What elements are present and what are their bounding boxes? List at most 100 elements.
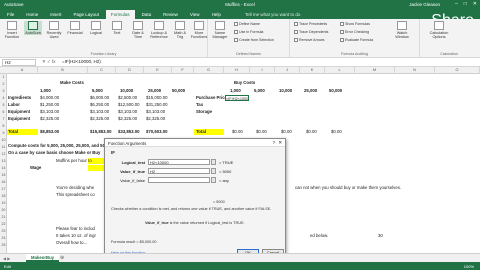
row-header[interactable]: 24 xyxy=(0,236,7,240)
logical-button[interactable]: Logical xyxy=(87,21,105,35)
tab-formulas[interactable]: Formulas xyxy=(105,10,135,19)
maximize-button[interactable]: □ xyxy=(464,1,467,7)
collapse-dialog-icon[interactable] xyxy=(211,159,216,165)
row-header[interactable]: 17 xyxy=(0,187,7,191)
row-header[interactable]: 7 xyxy=(0,117,7,121)
description-text[interactable]: ed below. xyxy=(310,233,328,239)
instruction-text[interactable]: On a case by case basis choose Make or B… xyxy=(8,150,100,156)
buy-total-value[interactable]: $0.00 xyxy=(232,129,243,135)
minimize-button[interactable]: – xyxy=(455,1,458,7)
buy-total-label[interactable]: Total xyxy=(196,129,206,135)
tab-file[interactable]: File xyxy=(2,10,19,19)
labor-value[interactable]: $12,500.00 xyxy=(118,102,140,108)
row-header[interactable]: 16 xyxy=(0,180,7,184)
use-in-formula-button[interactable]: Use in Formula xyxy=(234,30,263,35)
buy-qty-1[interactable]: 1,000 xyxy=(230,88,241,94)
tab-home[interactable]: Home xyxy=(21,10,43,19)
equipment-label[interactable]: Equipment xyxy=(8,109,30,115)
row-header[interactable]: 3 xyxy=(0,89,7,93)
row-header[interactable]: 1 xyxy=(0,75,7,79)
zoom-level[interactable]: 100% xyxy=(464,264,474,269)
equipment-value[interactable]: $3,103.00 xyxy=(146,109,165,115)
create-from-selection-button[interactable]: Create from Selection xyxy=(234,38,274,43)
column-header-k[interactable]: K xyxy=(300,67,325,74)
ingredients-value[interactable]: $2,500.00 xyxy=(118,95,137,101)
column-header-h[interactable]: H xyxy=(224,67,250,74)
calculation-options-button[interactable]: Calculation Options xyxy=(426,21,452,39)
math-button[interactable]: Math & Trig xyxy=(171,21,189,39)
row-header[interactable]: 2 xyxy=(0,82,7,86)
make-qty-2[interactable]: 5,000 xyxy=(92,88,103,94)
row-header[interactable]: 8 xyxy=(0,124,7,128)
column-header-f[interactable]: F xyxy=(172,67,194,74)
tab-page-layout[interactable]: Page Layout xyxy=(69,10,104,19)
error-checking-button[interactable]: Error Checking xyxy=(340,30,369,35)
buy-qty-4[interactable]: 25,000 xyxy=(304,88,317,94)
ingredients-value[interactable]: $6,000.00 xyxy=(90,95,109,101)
column-header-o[interactable]: O xyxy=(435,67,480,74)
labor-value[interactable]: $1,250.00 xyxy=(40,102,59,108)
row-header[interactable]: 21 xyxy=(0,215,7,219)
storage-label[interactable]: Storage xyxy=(196,109,212,115)
ingredients-value[interactable]: $15,000.00 xyxy=(146,95,168,101)
equipment-label[interactable]: Equipment xyxy=(8,116,30,122)
make-qty-4[interactable]: 25,000 xyxy=(148,88,161,94)
remove-arrows-button[interactable]: Remove Arrows xyxy=(294,38,324,43)
row-header[interactable]: 9 xyxy=(0,131,7,135)
tax-label[interactable]: Tax xyxy=(196,102,203,108)
total-label[interactable]: Total xyxy=(8,129,18,135)
buy-qty-5[interactable]: 50,000 xyxy=(329,88,342,94)
value-if-false-input[interactable] xyxy=(148,177,210,183)
buy-total-value[interactable]: $0.00 xyxy=(256,129,267,135)
autosum-button[interactable]: AutoSum xyxy=(24,21,42,35)
column-header-n[interactable]: N xyxy=(395,67,435,74)
insert-function-button[interactable]: Insert Function xyxy=(3,21,21,39)
dialog-title-bar[interactable]: Function Arguments ? ✕ xyxy=(105,139,285,147)
name-manager-button[interactable]: Name Manager xyxy=(211,21,229,39)
equipment-value[interactable]: $2,325.00 xyxy=(118,116,137,122)
row-header[interactable]: 11 xyxy=(0,145,7,149)
tab-data[interactable]: Data xyxy=(137,10,157,19)
help-icon[interactable]: ? xyxy=(273,140,275,145)
row-header[interactable]: 4 xyxy=(0,96,7,100)
muffins-per-hour-label[interactable]: Muffins per hour to xyxy=(56,158,92,164)
buy-total-value[interactable]: $0.00 xyxy=(281,129,292,135)
column-header-e[interactable]: E xyxy=(144,67,172,74)
description-text[interactable]: It takes 10 oz. of ingr xyxy=(56,233,96,239)
row-header[interactable]: 10 xyxy=(0,138,7,142)
tab-review[interactable]: Review xyxy=(158,10,183,19)
user-name[interactable]: Jackie Gleason xyxy=(409,2,440,7)
purchase-price-h2[interactable]: =IF(H2<10000, H2) xyxy=(225,95,249,101)
make-qty-1[interactable]: 1,000 xyxy=(40,88,51,94)
function-arguments-dialog[interactable]: Function Arguments ? ✕ IF Logical_test H… xyxy=(104,138,286,258)
show-formulas-button[interactable]: Show Formulas xyxy=(340,22,370,27)
row-header[interactable]: 23 xyxy=(0,229,7,233)
close-window-button[interactable]: ✕ xyxy=(473,1,477,7)
add-sheet-icon[interactable]: ⊕ xyxy=(60,255,64,261)
column-header-m[interactable]: M xyxy=(355,67,395,74)
column-header-d[interactable]: D xyxy=(116,67,144,74)
more-functions-button[interactable]: More Functions xyxy=(190,21,208,39)
description-text[interactable]: You're deciding whe xyxy=(56,185,94,191)
description-text[interactable]: This spreadsheet co xyxy=(56,192,95,198)
row-header[interactable]: 13 xyxy=(0,159,7,163)
logical-test-input[interactable]: H2<10000 xyxy=(148,159,210,165)
formula-input[interactable]: =IF(H2<10000, H2) xyxy=(62,59,101,64)
close-icon[interactable]: ✕ xyxy=(278,140,282,146)
buy-total-value[interactable]: $0.00 xyxy=(306,129,317,135)
column-header-i[interactable]: I xyxy=(250,67,275,74)
row-header[interactable]: 14 xyxy=(0,166,7,170)
labor-value[interactable]: $6,250.00 xyxy=(90,102,109,108)
tab-view[interactable]: View xyxy=(185,10,205,19)
row-header[interactable]: 22 xyxy=(0,222,7,226)
equipment-value[interactable]: $2,325.00 xyxy=(90,116,109,122)
make-qty-5[interactable]: 50,000 xyxy=(172,88,185,94)
equipment-value[interactable]: $3,103.00 xyxy=(40,109,59,115)
labor-label[interactable]: Labor xyxy=(8,102,20,108)
description-text[interactable]: Overall how to... xyxy=(56,240,87,246)
collapse-dialog-icon[interactable] xyxy=(211,168,216,174)
name-box[interactable]: H2 xyxy=(2,59,36,66)
labor-value[interactable]: $31,250.00 xyxy=(146,102,168,108)
collapse-dialog-icon[interactable] xyxy=(211,177,216,183)
column-header-b[interactable]: B xyxy=(38,67,88,74)
